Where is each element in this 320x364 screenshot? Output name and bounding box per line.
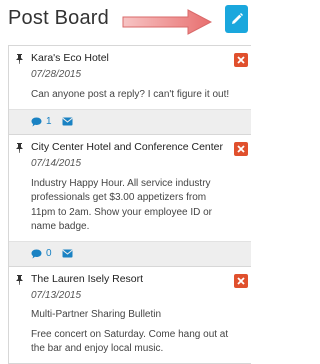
post-title[interactable]: Kara's Eco Hotel	[31, 51, 231, 65]
post-title[interactable]: City Center Hotel and Conference Center	[31, 140, 231, 154]
comment-count: 1	[46, 116, 52, 127]
pushpin-icon	[16, 142, 23, 153]
edit-button[interactable]	[225, 5, 248, 33]
post-body: The Lauren Isely Resort 07/13/2015 Multi…	[9, 267, 251, 363]
page-title: Post Board	[8, 7, 109, 29]
post-item: The Lauren Isely Resort 07/13/2015 Multi…	[8, 266, 251, 364]
post-item: Kara's Eco Hotel 07/28/2015 Can anyone p…	[8, 46, 251, 135]
envelope-icon[interactable]	[62, 117, 73, 126]
post-item: City Center Hotel and Conference Center …	[8, 134, 251, 267]
post-footer: 0	[9, 240, 251, 266]
post-body: Kara's Eco Hotel 07/28/2015 Can anyone p…	[9, 46, 251, 109]
post-board-panel: Post Board Kara's Eco Hotel 07/28/2015 C…	[0, 0, 251, 364]
header: Post Board	[0, 0, 251, 40]
close-icon	[237, 56, 245, 64]
post-text: Can anyone post a reply? I can't figure …	[31, 89, 230, 100]
close-icon	[237, 144, 245, 153]
post-text: Free concert on Saturday. Come hang out …	[31, 328, 229, 355]
post-date: 07/14/2015	[31, 157, 82, 169]
pencil-icon	[231, 13, 243, 24]
close-icon	[237, 276, 245, 285]
post-footer: 1	[9, 108, 251, 134]
comment-icon	[31, 249, 42, 258]
comment-icon	[31, 117, 42, 126]
post-title[interactable]: The Lauren Isely Resort	[31, 272, 231, 286]
post-body: City Center Hotel and Conference Center …	[9, 135, 251, 241]
post-subtitle: Multi-Partner Sharing Bulletin	[31, 308, 162, 320]
pushpin-icon	[16, 54, 23, 64]
post-text: Industry Happy Hour. All service industr…	[31, 177, 213, 233]
arrow-annotation-icon	[122, 9, 212, 35]
pushpin-icon	[16, 274, 23, 285]
delete-button[interactable]	[234, 141, 248, 156]
post-list: Kara's Eco Hotel 07/28/2015 Can anyone p…	[8, 45, 251, 364]
comments-link[interactable]: 0	[31, 248, 52, 259]
envelope-icon[interactable]	[62, 249, 73, 258]
post-date: 07/28/2015	[31, 69, 82, 80]
delete-button[interactable]	[234, 53, 248, 67]
comment-count: 0	[46, 248, 52, 259]
comments-link[interactable]: 1	[31, 116, 52, 127]
delete-button[interactable]	[234, 273, 248, 288]
post-date: 07/13/2015	[31, 289, 82, 301]
